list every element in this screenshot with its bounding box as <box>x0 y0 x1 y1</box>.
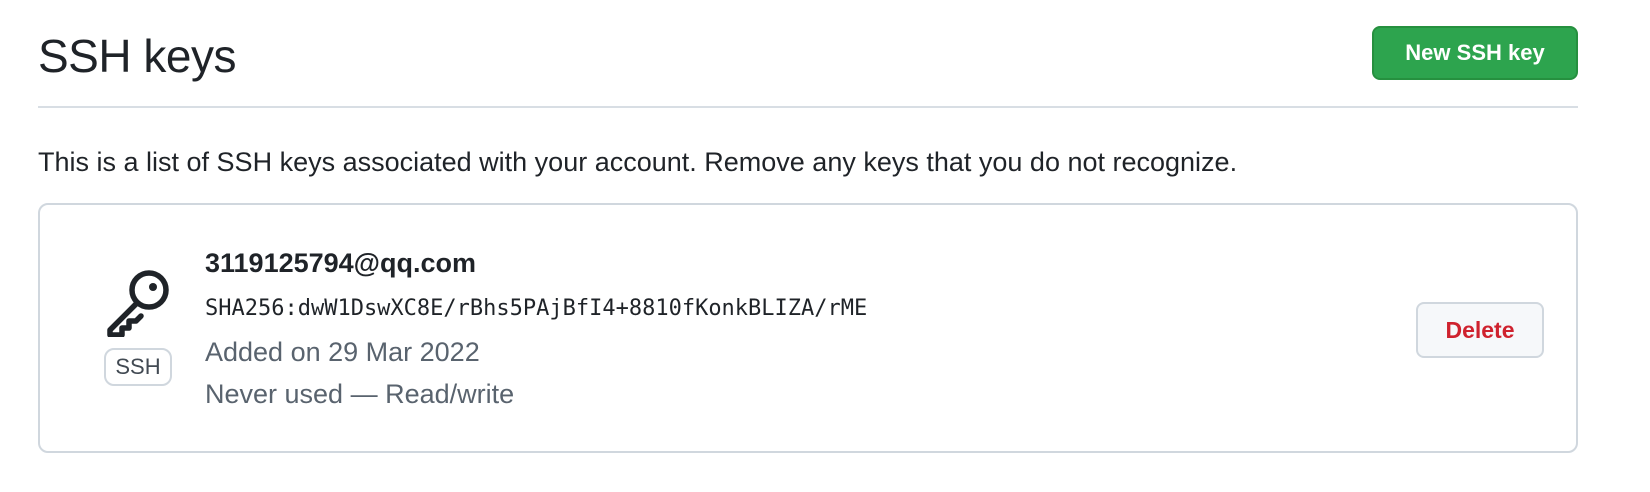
key-usage-status: Never used — Read/write <box>205 379 515 409</box>
page-description: This is a list of SSH keys associated wi… <box>38 147 1238 177</box>
key-fingerprint: SHA256:dwW1DswXC8E/rBhs5PAjBfI4+8810fKon… <box>205 296 868 321</box>
key-type-badge: SSH <box>104 348 172 386</box>
ssh-keys-page: SSH keys New SSH key This is a list of S… <box>0 0 1650 492</box>
ssh-key-item: SSH 3119125794@qq.com SHA256:dwW1DswXC8E… <box>38 203 1578 453</box>
page-header: SSH keys New SSH key <box>38 22 1578 108</box>
page-title: SSH keys <box>38 30 236 82</box>
key-title: 3119125794@qq.com <box>205 248 477 278</box>
delete-key-button[interactable]: Delete <box>1416 302 1544 358</box>
new-ssh-key-button[interactable]: New SSH key <box>1372 26 1578 80</box>
key-added-date: Added on 29 Mar 2022 <box>205 337 480 367</box>
key-icon <box>104 267 174 338</box>
